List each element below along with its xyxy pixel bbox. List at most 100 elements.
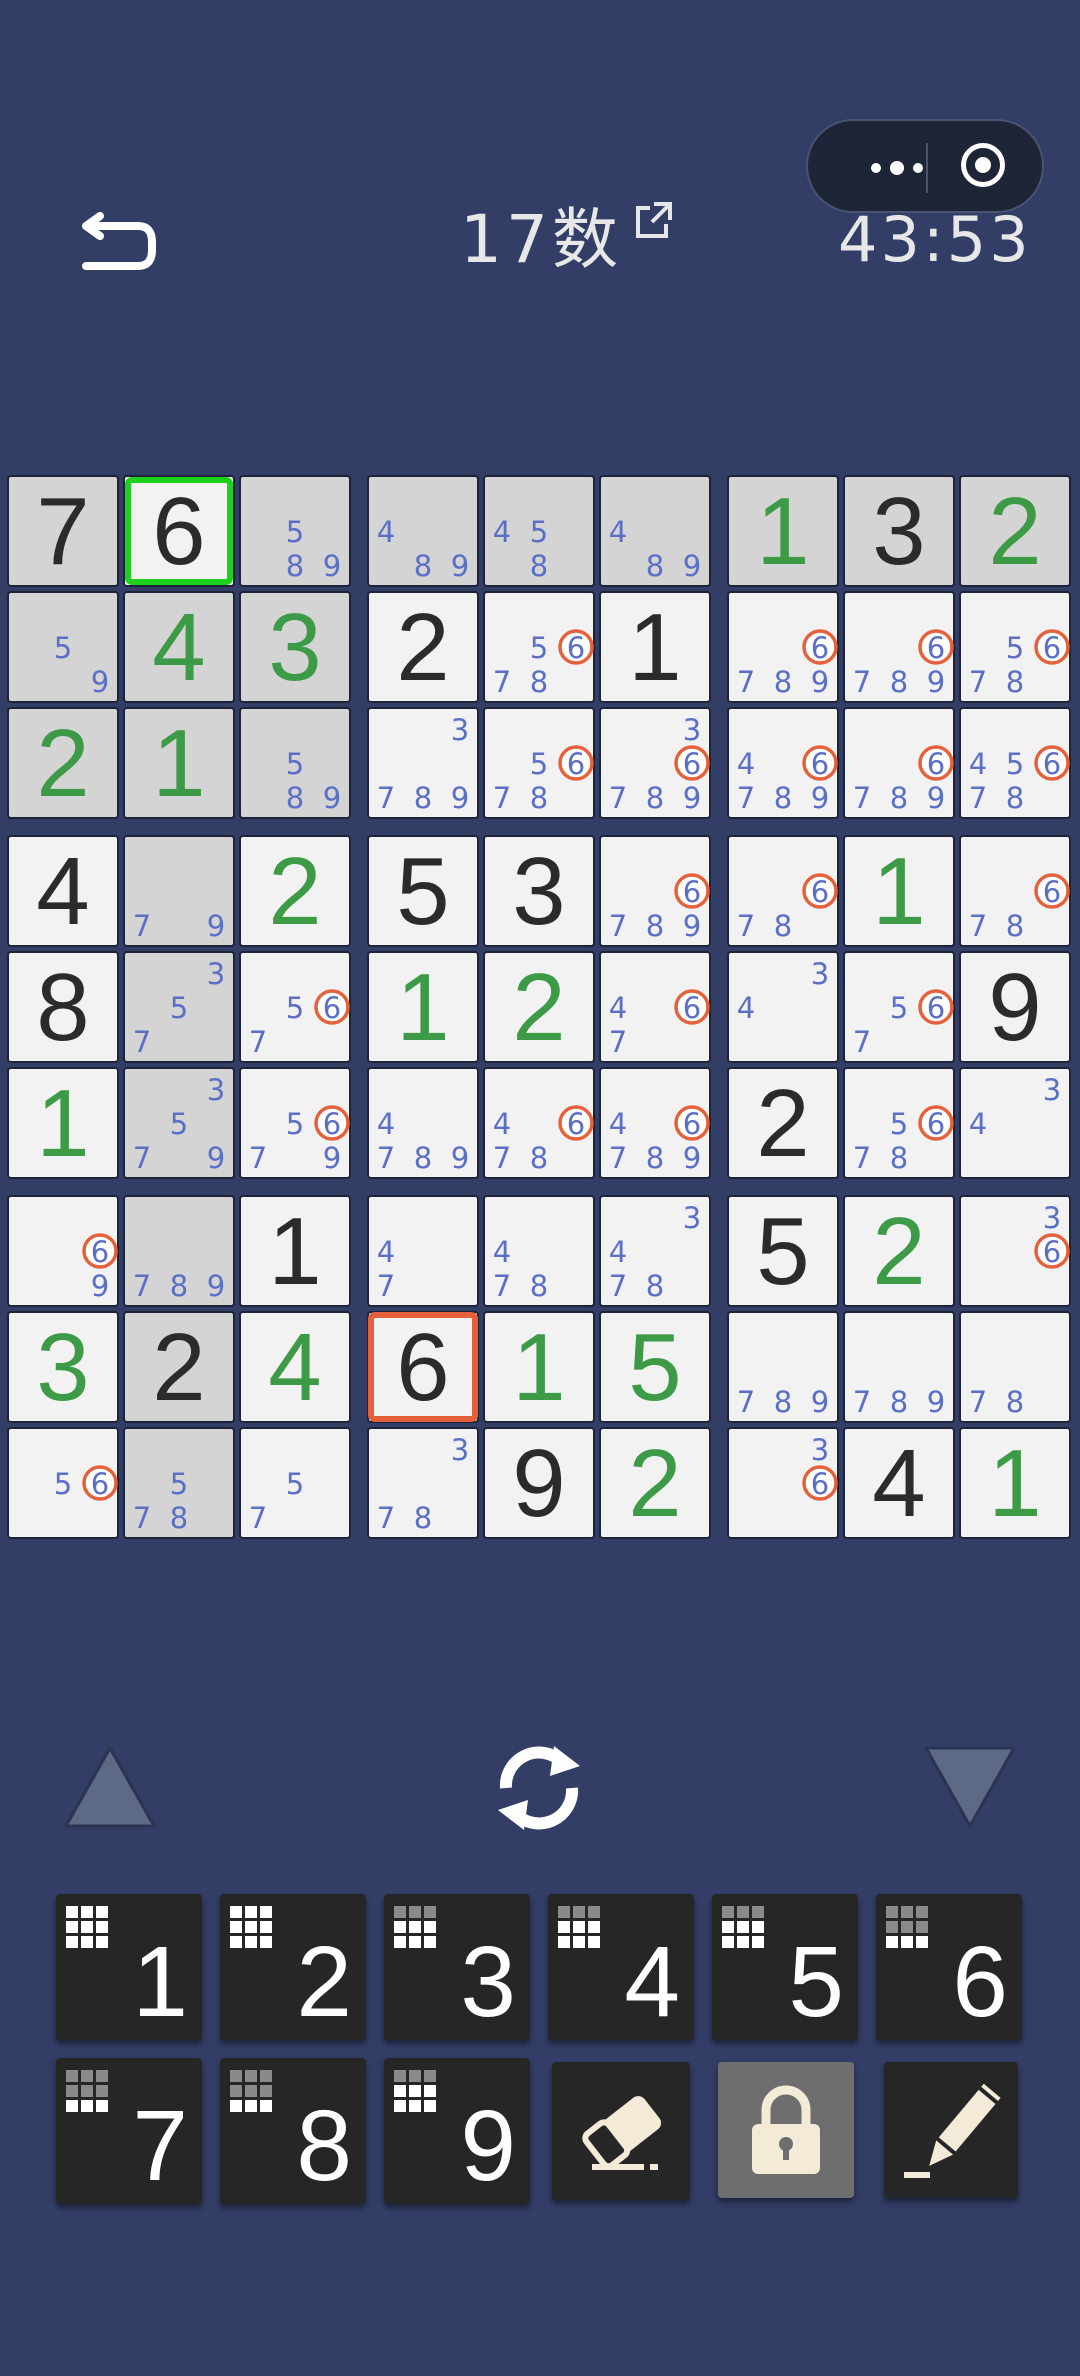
sudoku-cell[interactable]: 1 [483,1311,595,1423]
sudoku-cell[interactable]: 34 [959,1067,1071,1179]
lock-button[interactable] [718,2062,854,2198]
cell-candidate: 4 [493,515,511,549]
sudoku-cell[interactable]: 4 6 7 [599,951,711,1063]
sudoku-cell[interactable]: 2 [727,1067,839,1179]
number-key-6[interactable]: 6 [876,1894,1022,2040]
sudoku-cell[interactable]: 47 8 9 [367,1067,479,1179]
sudoku-cell[interactable]: 1 [7,1067,119,1179]
sudoku-cell[interactable]: 34 [727,951,839,1063]
sudoku-cell[interactable]: 2 [123,1311,235,1423]
sudoku-cell[interactable]: 1 [959,1427,1071,1539]
number-key-3[interactable]: 3 [384,1894,530,2040]
sudoku-board[interactable]: 7 6 58 948 94 5848 9 1 3 259 4 3 2 5 67 8 1 67 8 967 8 95 67 82… [0,0,1080,1560]
sudoku-cell[interactable]: 3 7 8 [367,1427,479,1539]
sudoku-cell[interactable]: 4 58 [483,475,595,587]
sudoku-cell[interactable]: 3 [7,1311,119,1423]
triangle-up-icon[interactable] [60,1742,160,1832]
sudoku-cell[interactable]: 3 [483,835,595,947]
sudoku-cell[interactable]: 3 47 8 [599,1195,711,1307]
sudoku-cell[interactable]: 57 [239,1427,351,1539]
sudoku-cell[interactable]: 9 [483,1427,595,1539]
remaining-grid-icon [66,1906,108,1948]
sudoku-cell[interactable]: 4 6 7 8 9 [599,1067,711,1179]
sudoku-cell[interactable]: 9 [959,951,1071,1063]
sudoku-cell[interactable]: 5 [367,835,479,947]
sudoku-cell[interactable]: 69 [7,1195,119,1307]
triangle-down-icon[interactable] [920,1742,1020,1832]
sudoku-cell[interactable]: 59 [7,591,119,703]
sudoku-cell[interactable]: 3 [239,591,351,703]
sudoku-cell[interactable]: 5 6 7 8 [959,591,1071,703]
sudoku-cell[interactable]: 1 [843,835,955,947]
sudoku-cell[interactable]: 6 7 8 [727,835,839,947]
sudoku-cell[interactable]: 5 [727,1195,839,1307]
sudoku-cell[interactable]: 789 [727,1311,839,1423]
sudoku-cell[interactable]: 8 [7,951,119,1063]
number-key-9[interactable]: 9 [384,2058,530,2204]
sudoku-cell[interactable]: 5 6 7 [239,951,351,1063]
sudoku-cell[interactable]: 1 [239,1195,351,1307]
number-key-8[interactable]: 8 [220,2058,366,2204]
sudoku-cell[interactable]: 2 [7,707,119,819]
refresh-icon[interactable] [484,1732,594,1842]
sudoku-cell[interactable]: 4 [7,835,119,947]
sudoku-cell[interactable]: 58 9 [239,475,351,587]
sudoku-cell[interactable]: 6 7 8 9 [843,591,955,703]
sudoku-cell[interactable]: 36 7 8 9 [599,707,711,819]
sudoku-cell[interactable]: 789 [843,1311,955,1423]
sudoku-cell[interactable]: 48 9 [367,475,479,587]
sudoku-cell[interactable]: 5 6 7 8 [483,591,595,703]
sudoku-cell[interactable]: 4 [843,1427,955,1539]
sudoku-cell[interactable]: 3 [843,475,955,587]
sudoku-cell[interactable]: 4 6 7 8 9 [727,707,839,819]
sudoku-cell[interactable]: 4 6 7 8 [483,1067,595,1179]
sudoku-cell[interactable]: 357 9 [123,1067,235,1179]
number-key-7[interactable]: 7 [56,2058,202,2204]
sudoku-cell[interactable]: 6 7 8 [959,835,1071,947]
sudoku-cell[interactable]: 36 [727,1427,839,1539]
sudoku-cell[interactable]: 2 [367,591,479,703]
number-key-5[interactable]: 5 [712,1894,858,2040]
sudoku-cell[interactable]: 4 [123,591,235,703]
sudoku-cell[interactable]: 4 [239,1311,351,1423]
sudoku-cell[interactable]: 1 [599,591,711,703]
sudoku-cell[interactable]: 5 6 7 [843,951,955,1063]
sudoku-cell[interactable]: 78 [959,1311,1071,1423]
number-key-2[interactable]: 2 [220,1894,366,2040]
sudoku-cell[interactable]: 6 7 8 9 [727,591,839,703]
sudoku-cell[interactable]: 5 6 7 9 [239,1067,351,1179]
number-key-1[interactable]: 1 [56,1894,202,2040]
sudoku-cell[interactable]: 6 7 8 9 [599,835,711,947]
eraser-button[interactable] [552,2062,690,2200]
sudoku-cell[interactable]: 5 6 7 8 [843,1067,955,1179]
sudoku-cell[interactable]: 56 [7,1427,119,1539]
cell-candidate: 8 [646,781,664,815]
sudoku-cell[interactable]: 36 [959,1195,1071,1307]
sudoku-cell[interactable]: 3 7 8 9 [367,707,479,819]
sudoku-cell[interactable]: 6 7 8 9 [843,707,955,819]
sudoku-cell[interactable]: 2 [843,1195,955,1307]
sudoku-cell[interactable]: 789 [123,1195,235,1307]
sudoku-cell[interactable]: 79 [123,835,235,947]
sudoku-cell[interactable]: 5 [599,1311,711,1423]
sudoku-cell[interactable]: 5 6 7 8 [483,707,595,819]
sudoku-cell[interactable]: 1 [367,951,479,1063]
sudoku-cell[interactable]: 1 [123,707,235,819]
sudoku-cell[interactable]: 2 [959,475,1071,587]
sudoku-cell[interactable]: 2 [483,951,595,1063]
sudoku-cell[interactable]: 2 [239,835,351,947]
sudoku-cell[interactable]: 6 [123,475,235,587]
sudoku-cell[interactable]: 7 [7,475,119,587]
sudoku-cell[interactable]: 4 5 6 7 8 [959,707,1071,819]
sudoku-cell[interactable]: 47 8 [483,1195,595,1307]
number-key-4[interactable]: 4 [548,1894,694,2040]
sudoku-cell[interactable]: 2 [599,1427,711,1539]
sudoku-cell[interactable]: 357 [123,951,235,1063]
sudoku-cell[interactable]: 47 [367,1195,479,1307]
pencil-button[interactable] [884,2062,1018,2198]
sudoku-cell[interactable]: 57 8 [123,1427,235,1539]
sudoku-cell[interactable]: 48 9 [599,475,711,587]
sudoku-cell[interactable]: 6 [367,1311,479,1423]
sudoku-cell[interactable]: 1 [727,475,839,587]
sudoku-cell[interactable]: 58 9 [239,707,351,819]
